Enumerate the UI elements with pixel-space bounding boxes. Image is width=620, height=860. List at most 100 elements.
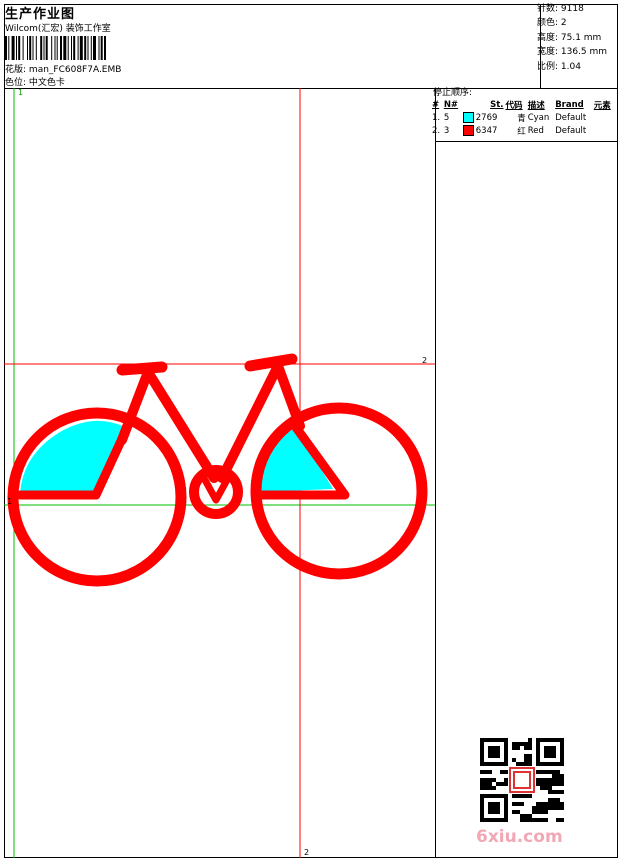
qr-module: [544, 770, 548, 774]
qr-module: [504, 782, 508, 786]
qr-module: [532, 806, 536, 810]
qr-module: [556, 738, 560, 742]
qr-module: [536, 738, 540, 742]
qr-module: [524, 746, 528, 750]
qr-module: [560, 750, 564, 754]
qr-module: [512, 746, 516, 750]
qr-code: [480, 738, 564, 822]
qr-module: [496, 738, 500, 742]
seat-stay: [143, 367, 219, 483]
qr-module: [520, 742, 524, 746]
qr-module: [548, 762, 552, 766]
qr-module: [480, 814, 484, 818]
qr-module: [556, 782, 560, 786]
axis-label-left: 1: [7, 497, 13, 506]
qr-module: [544, 782, 548, 786]
qr-module: [552, 762, 556, 766]
qr-module: [488, 802, 492, 806]
qr-module: [504, 758, 508, 762]
qr-module: [536, 750, 540, 754]
qr-module: [484, 794, 488, 798]
qr-module: [560, 742, 564, 746]
qr-module: [480, 758, 484, 762]
qr-module: [496, 810, 500, 814]
qr-module: [504, 810, 508, 814]
qr-module: [540, 770, 544, 774]
qr-module: [528, 762, 532, 766]
qr-module: [488, 810, 492, 814]
qr-module: [540, 810, 544, 814]
qr-module: [500, 782, 504, 786]
qr-module: [504, 794, 508, 798]
qr-module: [504, 770, 508, 774]
qr-module: [520, 818, 524, 822]
qr-module: [480, 794, 484, 798]
qr-module: [532, 810, 536, 814]
qr-module: [488, 770, 492, 774]
qr-module: [528, 742, 532, 746]
qr-module: [512, 802, 516, 806]
qr-module: [528, 738, 532, 742]
handlebar: [244, 353, 298, 372]
qr-module: [480, 810, 484, 814]
qr-module: [524, 762, 528, 766]
chainring-v: [201, 476, 231, 504]
qr-module: [528, 758, 532, 762]
qr-module: [560, 738, 564, 742]
qr-module: [492, 818, 496, 822]
qr-module: [556, 798, 560, 802]
qr-module: [556, 790, 560, 794]
embroidery-design: [4, 88, 435, 858]
qr-module: [544, 750, 548, 754]
qr-module: [488, 818, 492, 822]
qr-module: [548, 798, 552, 802]
qr-module: [480, 778, 484, 782]
qr-module: [484, 818, 488, 822]
qr-module: [492, 762, 496, 766]
qr-module: [548, 770, 552, 774]
qr-module: [492, 810, 496, 814]
qr-module: [480, 782, 484, 786]
qr-module: [548, 750, 552, 754]
qr-module: [560, 774, 564, 778]
qr-module: [552, 790, 556, 794]
qr-module: [536, 742, 540, 746]
qr-module: [544, 746, 548, 750]
qr-module: [504, 814, 508, 818]
qr-module: [528, 814, 532, 818]
qr-module: [540, 806, 544, 810]
qr-module: [512, 758, 516, 762]
qr-module: [560, 818, 564, 822]
qr-module: [496, 754, 500, 758]
qr-module: [512, 810, 516, 814]
qr-module: [544, 778, 548, 782]
qr-module: [548, 790, 552, 794]
qr-module: [488, 778, 492, 782]
qr-module: [544, 802, 548, 806]
qr-module: [500, 738, 504, 742]
qr-module: [504, 746, 508, 750]
qr-module: [552, 770, 556, 774]
qr-module: [484, 782, 488, 786]
qr-module: [516, 746, 520, 750]
qr-module: [552, 738, 556, 742]
qr-module: [512, 794, 516, 798]
qr-module: [552, 798, 556, 802]
qr-module: [480, 770, 484, 774]
qr-module: [540, 786, 544, 790]
qr-module: [480, 746, 484, 750]
qr-module: [484, 738, 488, 742]
qr-module: [556, 762, 560, 766]
qr-module: [484, 770, 488, 774]
qr-module: [540, 818, 544, 822]
qr-module: [528, 754, 532, 758]
qr-module: [484, 762, 488, 766]
saddle: [116, 361, 168, 376]
qr-module: [492, 738, 496, 742]
qr-module: [516, 810, 520, 814]
qr-module: [520, 762, 524, 766]
qr-module: [488, 750, 492, 754]
qr-module: [560, 790, 564, 794]
qr-module: [488, 806, 492, 810]
qr-module: [488, 746, 492, 750]
